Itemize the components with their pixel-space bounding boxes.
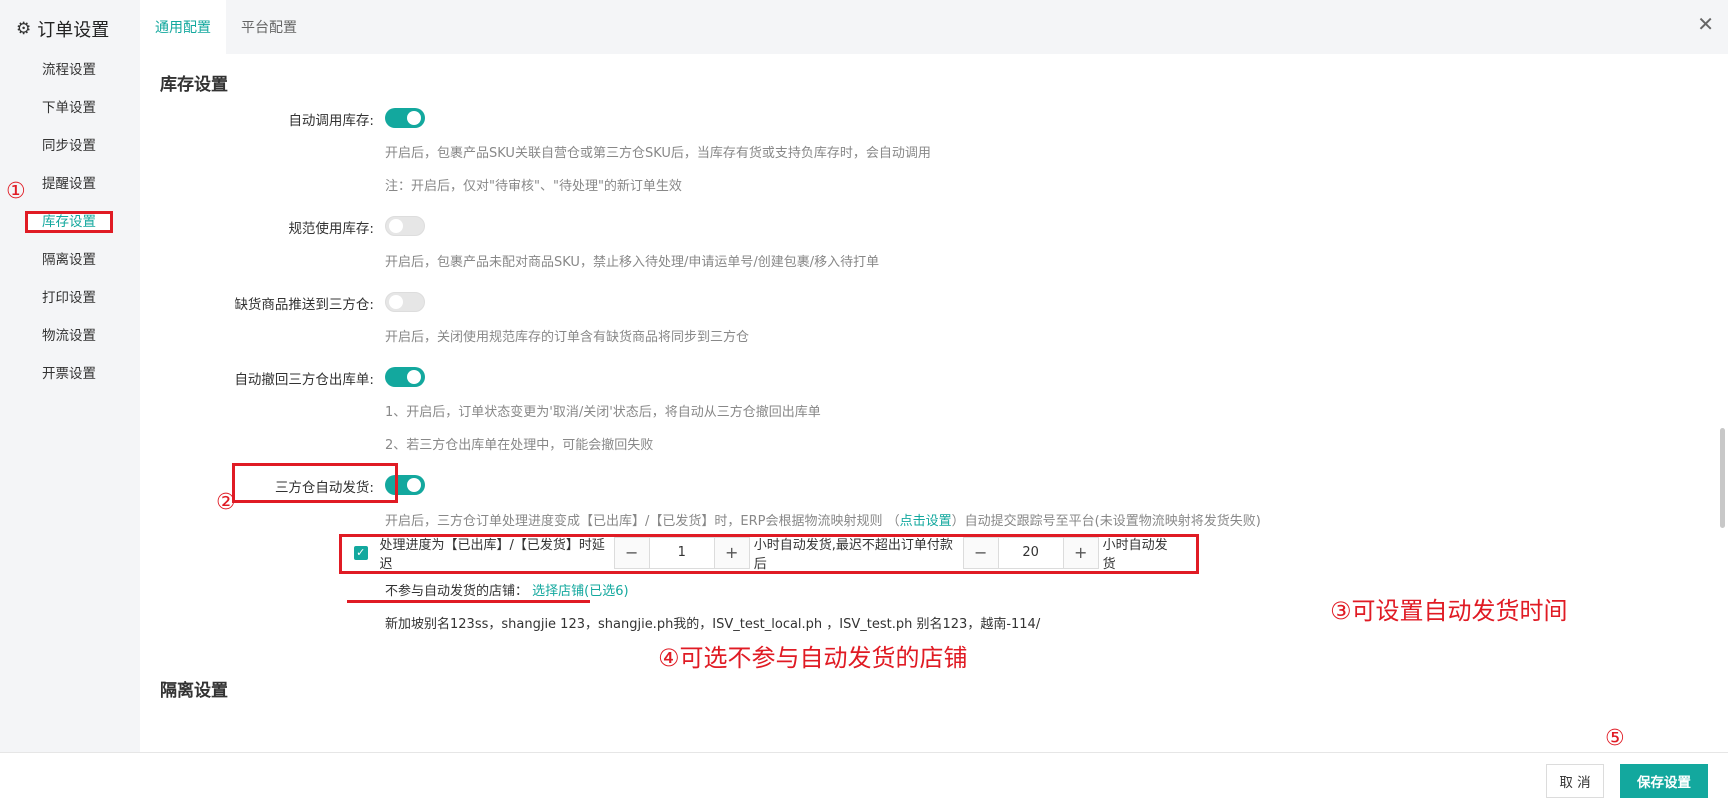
auto-inventory-label: 自动调用库存:: [288, 113, 374, 129]
sidebar-item-invoice[interactable]: 开票设置: [0, 355, 140, 393]
auto-ship-hint-text: 开启后，三方仓订单处理进度变成【已出库】/【已发货】时，ERP会根据物流映射规则…: [385, 514, 900, 529]
tabs: 通用配置 平台配置: [140, 0, 312, 54]
annotation-4: ④可选不参与自动发货的店铺: [658, 644, 968, 672]
sidebar-item-logistics[interactable]: 物流设置: [0, 317, 140, 355]
excluded-stores-list: 新加坡别名123ss，shangjie 123，shangjie.ph我的，IS…: [385, 617, 1041, 632]
push-stockout-label: 缺货商品推送到三方仓:: [234, 297, 374, 313]
click-settings-link[interactable]: 点击设置: [900, 514, 952, 529]
annotation-box-3: [339, 534, 1199, 574]
tab-general[interactable]: 通用配置: [140, 0, 226, 54]
sidebar-item-label: 打印设置: [42, 290, 96, 306]
sidebar-item-sync[interactable]: 同步设置: [0, 127, 140, 165]
select-stores-link[interactable]: 选择店铺(已选6): [532, 584, 628, 599]
sidebar-item-flow[interactable]: 流程设置: [0, 51, 140, 89]
auto-ship-hint-tail: ）自动提交跟踪号至平台(未设置物流映射将发货失败): [951, 514, 1261, 529]
sidebar-item-label: 同步设置: [42, 138, 96, 154]
auto-withdraw-label: 自动撤回三方仓出库单:: [234, 372, 374, 388]
scrollbar-thumb[interactable]: [1720, 428, 1725, 528]
save-button[interactable]: 保存设置: [1620, 764, 1708, 798]
tab-platform[interactable]: 平台配置: [226, 0, 312, 54]
dialog-title-text: 订单设置: [37, 20, 110, 41]
cancel-button[interactable]: 取 消: [1546, 764, 1604, 798]
sidebar-item-print[interactable]: 打印设置: [0, 279, 140, 317]
annotation-underline-4: [347, 600, 590, 603]
sidebar-item-label: 开票设置: [42, 366, 96, 382]
dialog-title: ⚙ 订单设置: [16, 16, 109, 42]
toggle-knob: [407, 478, 421, 492]
tab-bar: [140, 0, 1728, 54]
close-icon[interactable]: ✕: [1697, 12, 1714, 36]
sidebar-item-label: 下单设置: [42, 100, 96, 116]
standard-inventory-label: 规范使用库存:: [288, 221, 374, 237]
auto-withdraw-toggle[interactable]: [385, 367, 425, 387]
auto-inventory-toggle[interactable]: [385, 108, 425, 128]
toggle-knob: [389, 295, 403, 309]
sidebar-item-label: 物流设置: [42, 328, 96, 344]
sidebar-item-isolation[interactable]: 隔离设置: [0, 241, 140, 279]
annotation-5: ⑤: [1605, 726, 1625, 751]
push-stockout-toggle[interactable]: [385, 292, 425, 312]
sidebar-item-inventory[interactable]: 库存设置: [0, 203, 140, 241]
section-title: 库存设置: [160, 75, 228, 95]
annotation-box-2: [232, 463, 398, 503]
push-stockout-hint: 开启后，关闭使用规范库存的订单含有缺货商品将同步到三方仓: [385, 330, 750, 345]
toggle-knob: [407, 111, 421, 125]
annotation-2: ②: [216, 490, 236, 515]
gear-icon: ⚙: [16, 19, 32, 39]
order-settings-dialog: ⚙ 订单设置 流程设置 下单设置 同步设置 提醒设置 库存设置 隔离设置 打印设…: [0, 0, 1728, 805]
toggle-knob: [389, 219, 403, 233]
sidebar: ⚙ 订单设置 流程设置 下单设置 同步设置 提醒设置 库存设置 隔离设置 打印设…: [0, 0, 140, 752]
exclude-stores-label: 不参与自动发货的店铺：: [385, 584, 529, 599]
sidebar-item-label: 库存设置: [25, 211, 113, 233]
standard-inventory-toggle[interactable]: [385, 216, 425, 236]
dialog-footer: 取 消 保存设置: [0, 752, 1728, 805]
auto-withdraw-hint-1: 1、开启后，订单状态变更为'取消/关闭'状态后，将自动从三方仓撤回出库单: [385, 405, 821, 420]
sidebar-item-order[interactable]: 下单设置: [0, 89, 140, 127]
next-section-title: 隔离设置: [160, 681, 228, 701]
auto-withdraw-hint-2: 2、若三方仓出库单在处理中，可能会撤回失败: [385, 438, 654, 453]
sidebar-item-label: 提醒设置: [42, 176, 96, 192]
sidebar-item-label: 隔离设置: [42, 252, 96, 268]
sidebar-item-label: 流程设置: [42, 62, 96, 78]
toggle-knob: [407, 370, 421, 384]
exclude-stores-row: 不参与自动发货的店铺： 选择店铺(已选6): [385, 580, 629, 599]
auto-inventory-note: 注：开启后，仅对"待审核"、"待处理"的新订单生效: [385, 179, 682, 194]
auto-inventory-hint: 开启后，包裹产品SKU关联自营仓或第三方仓SKU后，当库存有货或支持负库存时，会…: [385, 146, 931, 161]
standard-inventory-hint: 开启后，包裹产品未配对商品SKU，禁止移入待处理/申请运单号/创建包裹/移入待打…: [385, 255, 880, 270]
annotation-3: ③可设置自动发货时间: [1330, 597, 1568, 625]
auto-ship-hint: 开启后，三方仓订单处理进度变成【已出库】/【已发货】时，ERP会根据物流映射规则…: [385, 510, 1261, 529]
annotation-1: ①: [6, 179, 26, 204]
